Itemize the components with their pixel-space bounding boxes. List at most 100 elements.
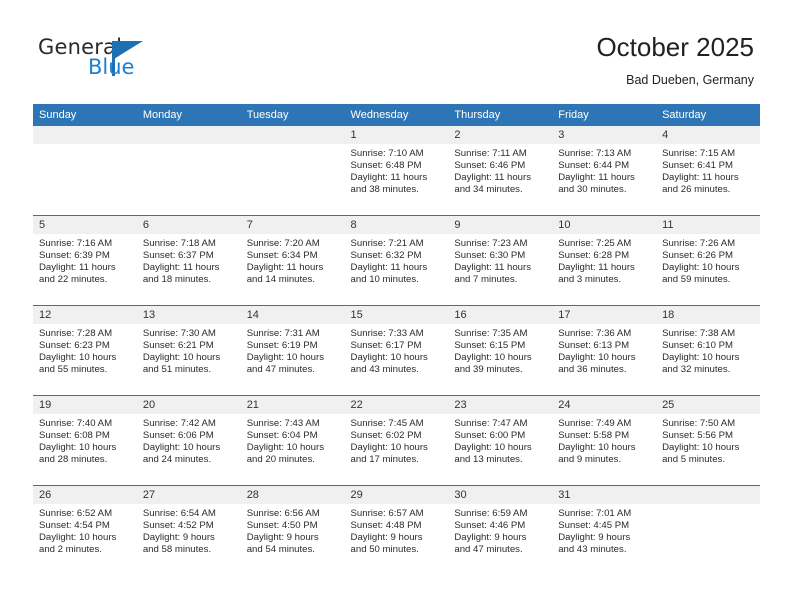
calendar-day-cell[interactable]: 19 Sunrise: 7:40 AM Sunset: 6:08 PM Dayligh… [33,395,137,486]
day-sun-info: Sunrise: 7:43 AM Sunset: 6:04 PM Daylight:… [241,414,345,466]
day-sun-info: Sunrise: 7:15 AM Sunset: 6:41 PM Daylight:… [656,144,760,196]
day-sun-info: Sunrise: 7:47 AM Sunset: 6:00 PM Daylight:… [448,414,552,466]
sunset-text: Sunset: 6:19 PM [246,339,318,351]
calendar-day-cell[interactable]: 13 Sunrise: 7:30 AM Sunset: 6:21 PM Dayligh… [136,305,241,396]
day-sun-info: Sunrise: 7:42 AM Sunset: 6:06 PM Daylight:… [137,414,241,466]
day-sun-info: Sunrise: 7:16 AM Sunset: 6:39 PM Daylight:… [33,234,137,286]
sunrise-text: Sunrise: 7:36 AM [558,328,632,339]
sunset-text: Sunset: 6:23 PM [39,339,110,351]
day-number: 13 [136,306,241,324]
sunrise-text: Sunrise: 7:33 AM [350,328,424,339]
sunset-text: Sunset: 6:41 PM [662,159,733,171]
sunrise-text: Sunrise: 7:10 AM [350,148,424,159]
day-cell-inner: 26 Sunrise: 6:52 AM Sunset: 4:54 PM Dayligh… [33,486,137,575]
day-cell-inner: 24 Sunrise: 7:49 AM Sunset: 5:58 PM Dayligh… [552,396,657,485]
calendar-day-cell[interactable]: 3 Sunrise: 7:13 AM Sunset: 6:44 PM Daylight… [552,126,657,216]
calendar-day-cell[interactable]: 12 Sunrise: 7:28 AM Sunset: 6:23 PM Dayligh… [33,305,137,396]
sunset-text: Sunset: 6:30 PM [454,249,526,261]
sunset-text: Sunset: 5:58 PM [558,429,630,441]
calendar-day-cell[interactable]: 18 Sunrise: 7:38 AM Sunset: 6:10 PM Dayligh… [656,305,760,396]
daylight-text: Daylight: 10 hours and 47 minutes. [246,351,325,375]
day-number [33,126,137,144]
daylight-text: Daylight: 9 hours and 43 minutes. [558,531,631,555]
sunrise-text: Sunrise: 6:54 AM [142,508,216,519]
day-number: 23 [448,396,553,414]
calendar-day-cell[interactable]: 5 Sunrise: 7:16 AM Sunset: 6:39 PM Daylight… [33,215,137,306]
sunset-text: Sunset: 6:48 PM [350,159,422,171]
day-sun-info: Sunrise: 7:25 AM Sunset: 6:28 PM Daylight:… [552,234,656,286]
calendar-day-cell[interactable]: 8 Sunrise: 7:21 AM Sunset: 6:32 PM Daylight… [344,215,449,306]
day-sun-info: Sunrise: 7:30 AM Sunset: 6:21 PM Daylight:… [137,324,241,376]
calendar-day-cell[interactable]: 15 Sunrise: 7:33 AM Sunset: 6:17 PM Dayligh… [344,305,449,396]
day-cell-inner: 25 Sunrise: 7:50 AM Sunset: 5:56 PM Dayligh… [656,396,760,485]
calendar-day-cell[interactable]: 1 Sunrise: 7:10 AM Sunset: 6:48 PM Daylight… [344,126,449,216]
calendar-day-cell[interactable]: 4 Sunrise: 7:15 AM Sunset: 6:41 PM Daylight… [656,126,760,216]
weekday-header-thursday: Thursday [448,104,553,126]
day-sun-info: Sunrise: 7:31 AM Sunset: 6:19 PM Daylight:… [241,324,345,376]
day-cell-inner: 6 Sunrise: 7:18 AM Sunset: 6:37 PM Daylight… [136,216,241,305]
logo-text-blue: Blue [88,55,135,79]
day-sun-info: Sunrise: 6:52 AM Sunset: 4:54 PM Daylight:… [33,504,137,556]
day-sun-info: Sunrise: 6:57 AM Sunset: 4:48 PM Daylight:… [345,504,449,556]
calendar-day-cell[interactable]: 14 Sunrise: 7:31 AM Sunset: 6:19 PM Dayligh… [240,305,345,396]
calendar-day-cell-empty [33,126,137,216]
day-number: 29 [344,486,449,504]
day-sun-info: Sunrise: 7:26 AM Sunset: 6:26 PM Daylight:… [656,234,760,286]
calendar-day-cell[interactable]: 30 Sunrise: 6:59 AM Sunset: 4:46 PM Dayligh… [448,485,553,575]
calendar-day-cell[interactable]: 7 Sunrise: 7:20 AM Sunset: 6:34 PM Daylight… [240,215,345,306]
day-number: 8 [344,216,449,234]
sunrise-text: Sunrise: 7:25 AM [558,238,632,249]
weekday-header-monday: Monday [136,104,241,126]
calendar-body: 1 Sunrise: 7:10 AM Sunset: 6:48 PM Daylight… [33,126,760,575]
calendar-day-cell[interactable]: 26 Sunrise: 6:52 AM Sunset: 4:54 PM Dayligh… [33,485,137,575]
sunrise-text: Sunrise: 7:45 AM [350,418,424,429]
day-cell-inner [240,126,345,215]
sunset-text: Sunset: 6:21 PM [142,339,214,351]
weekday-header-tuesday: Tuesday [240,104,345,126]
sunset-text: Sunset: 6:28 PM [558,249,630,261]
day-number [240,126,345,144]
sunset-text: Sunset: 6:02 PM [350,429,422,441]
daylight-text: Daylight: 10 hours and 59 minutes. [662,261,740,285]
calendar-day-cell[interactable]: 22 Sunrise: 7:45 AM Sunset: 6:02 PM Dayligh… [344,395,449,486]
sunrise-text: Sunrise: 7:43 AM [246,418,320,429]
daylight-text: Daylight: 10 hours and 39 minutes. [454,351,532,375]
sunrise-sunset-calendar-table: Sunday Monday Tuesday Wednesday Thursday… [33,104,760,575]
calendar-day-cell[interactable]: 17 Sunrise: 7:36 AM Sunset: 6:13 PM Dayligh… [552,305,657,396]
general-blue-logo[interactable]: General Blue [38,36,188,84]
day-cell-inner: 31 Sunrise: 7:01 AM Sunset: 4:45 PM Dayligh… [552,486,657,575]
calendar-day-cell[interactable]: 10 Sunrise: 7:25 AM Sunset: 6:28 PM Dayligh… [552,215,657,306]
day-number: 19 [33,396,137,414]
day-number: 28 [240,486,345,504]
day-cell-inner: 7 Sunrise: 7:20 AM Sunset: 6:34 PM Daylight… [240,216,345,305]
day-number: 22 [344,396,449,414]
calendar-day-cell[interactable]: 29 Sunrise: 6:57 AM Sunset: 4:48 PM Dayligh… [344,485,449,575]
day-number: 6 [136,216,241,234]
calendar-day-cell[interactable]: 16 Sunrise: 7:35 AM Sunset: 6:15 PM Dayligh… [448,305,553,396]
calendar-day-cell[interactable]: 9 Sunrise: 7:23 AM Sunset: 6:30 PM Daylight… [448,215,553,306]
daylight-text: Daylight: 10 hours and 51 minutes. [142,351,221,375]
calendar-day-cell[interactable]: 23 Sunrise: 7:47 AM Sunset: 6:00 PM Dayligh… [448,395,553,486]
calendar-day-cell[interactable]: 6 Sunrise: 7:18 AM Sunset: 6:37 PM Daylight… [136,215,241,306]
day-cell-inner: 14 Sunrise: 7:31 AM Sunset: 6:19 PM Dayligh… [240,306,345,395]
calendar-day-cell[interactable]: 27 Sunrise: 6:54 AM Sunset: 4:52 PM Dayligh… [136,485,241,575]
calendar-week-row: 5 Sunrise: 7:16 AM Sunset: 6:39 PM Daylight… [33,215,760,306]
sunset-text: Sunset: 4:46 PM [454,519,526,531]
day-number: 4 [656,126,760,144]
calendar-week-row: 19 Sunrise: 7:40 AM Sunset: 6:08 PM Dayligh… [33,395,760,486]
sunset-text: Sunset: 6:10 PM [662,339,733,351]
calendar-day-cell[interactable]: 31 Sunrise: 7:01 AM Sunset: 4:45 PM Dayligh… [552,485,657,575]
calendar-day-cell[interactable]: 21 Sunrise: 7:43 AM Sunset: 6:04 PM Dayligh… [240,395,345,486]
calendar-day-cell[interactable]: 11 Sunrise: 7:26 AM Sunset: 6:26 PM Dayligh… [656,215,760,306]
sunrise-text: Sunrise: 7:13 AM [558,148,632,159]
calendar-day-cell[interactable]: 28 Sunrise: 6:56 AM Sunset: 4:50 PM Dayligh… [240,485,345,575]
sunset-text: Sunset: 4:50 PM [246,519,318,531]
calendar-day-cell[interactable]: 25 Sunrise: 7:50 AM Sunset: 5:56 PM Dayligh… [656,395,760,486]
day-cell-inner: 2 Sunrise: 7:11 AM Sunset: 6:46 PM Daylight… [448,126,553,215]
daylight-text: Daylight: 11 hours and 18 minutes. [142,261,220,285]
calendar-day-cell[interactable]: 2 Sunrise: 7:11 AM Sunset: 6:46 PM Daylight… [448,126,553,216]
calendar-day-cell[interactable]: 24 Sunrise: 7:49 AM Sunset: 5:58 PM Dayligh… [552,395,657,486]
calendar-day-cell[interactable]: 20 Sunrise: 7:42 AM Sunset: 6:06 PM Dayligh… [136,395,241,486]
sunrise-text: Sunrise: 7:35 AM [454,328,528,339]
day-sun-info: Sunrise: 7:10 AM Sunset: 6:48 PM Daylight:… [345,144,449,196]
